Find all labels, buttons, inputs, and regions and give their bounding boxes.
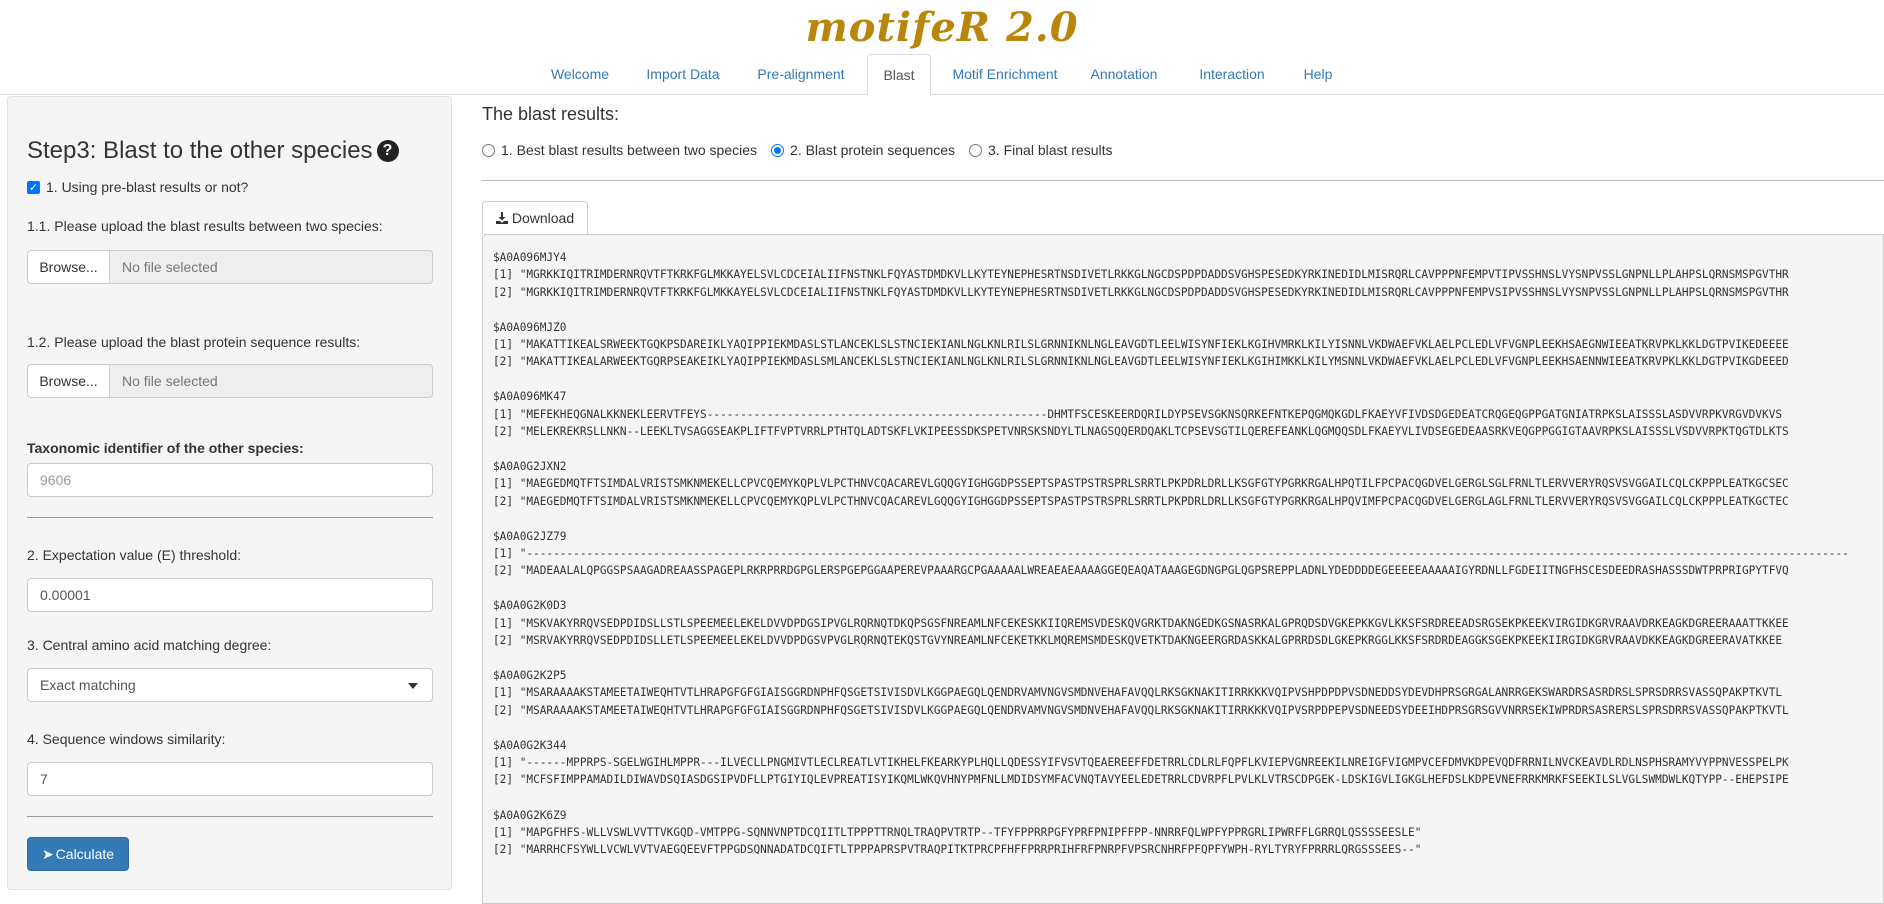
result-id: $A0A0G2K344 — [493, 738, 567, 752]
tab-interaction[interactable]: Interaction — [1192, 54, 1272, 95]
result-id: $A0A0G2K6Z9 — [493, 808, 567, 822]
central-label: 3. Central amino acid matching degree: — [27, 637, 272, 653]
upload1-filename: No file selected — [110, 250, 433, 284]
central-select[interactable]: Exact matching — [27, 668, 433, 702]
result-block: $A0A096MJY4 [1] "MGRKKIQITRIMDERNRQVTFTKR… — [493, 249, 1883, 301]
result-seq: [2] "MGRKKIQITRIMDERNRQVTFTKRKFGLMKKAYEL… — [493, 285, 1789, 299]
tab-help[interactable]: Help — [1295, 54, 1341, 95]
result-id: $A0A0G2JXN2 — [493, 460, 567, 474]
taxid-input[interactable]: 9606 — [27, 463, 433, 497]
result-seq: [2] "MARRHCFSYWLLVCWLVVTVAEGQEEVFTPPGDSQ… — [493, 843, 1422, 857]
radio-option-final-results[interactable]: 3. Final blast results — [969, 142, 1113, 158]
chevron-down-icon — [408, 683, 418, 689]
tab-blast[interactable]: Blast — [867, 54, 931, 96]
evalue-label: 2. Expectation value (E) threshold: — [27, 547, 242, 563]
download-icon — [495, 212, 508, 224]
sidebar-title: Step3: Blast to the other species? — [27, 137, 399, 165]
upload1-label: 1.1. Please upload the blast results bet… — [27, 218, 383, 234]
tab-import-data[interactable]: Import Data — [634, 54, 732, 95]
result-id: $A0A096MK47 — [493, 390, 567, 404]
sidebar-title-text: Step3: Blast to the other species — [27, 137, 373, 164]
result-block: $A0A0G2K344 [1] "------MPPRPS-SGELWGIHLMP… — [493, 737, 1883, 789]
result-block: $A0A0G2JZ79 [1] "------------------------… — [493, 528, 1883, 580]
sidebar-panel: Step3: Blast to the other species? ✓ 1. … — [7, 96, 452, 890]
radio-button[interactable] — [771, 143, 785, 157]
result-block: $A0A096MJZ0 [1] "MAKATTIKEALSRWEEKTGQKPSD… — [493, 319, 1883, 371]
result-block: $A0A0G2K0D3 [1] "MSKVAKYRRQVSEDPDIDSLLSTL… — [493, 597, 1883, 649]
result-id: $A0A0G2K0D3 — [493, 599, 567, 613]
result-seq: [1] "MSARAAAAKSTAMEETAIWEQHTVTLHRAPGFGFG… — [493, 686, 1783, 700]
tab-motif-enrichment[interactable]: Motif Enrichment — [943, 54, 1067, 95]
upload2-filename: No file selected — [110, 364, 433, 398]
calculate-label: Calculate — [55, 846, 115, 862]
window-label: 4. Sequence windows similarity: — [27, 731, 226, 747]
radio-button[interactable] — [969, 143, 983, 157]
result-type-radio-group: 1. Best blast results between two specie… — [482, 142, 1127, 158]
radio-label: 3. Final blast results — [988, 142, 1113, 158]
window-input[interactable]: 7 — [27, 762, 433, 796]
pre-blast-checkbox[interactable]: ✓ — [27, 180, 40, 194]
pre-blast-label: 1. Using pre-blast results or not? — [46, 179, 249, 195]
central-select-value: Exact matching — [40, 677, 136, 693]
upload2-browse-button[interactable]: Browse... — [27, 364, 110, 398]
tab-annotation[interactable]: Annotation — [1085, 54, 1163, 95]
tab-welcome[interactable]: Welcome — [540, 54, 620, 95]
divider — [27, 517, 433, 518]
upload2-file-input[interactable]: Browse... No file selected — [27, 364, 433, 398]
nav-tabs: Welcome Import Data Pre-alignment Blast … — [0, 54, 1884, 96]
result-seq: [1] "MGRKKIQITRIMDERNRQVTFTKRKFGLMKKAYEL… — [493, 268, 1789, 282]
result-seq: [1] "MSKVAKYRRQVSEDPDIDSLLSTLSPEEMEELEKE… — [493, 616, 1789, 630]
tab-pre-alignment[interactable]: Pre-alignment — [746, 54, 856, 95]
result-id: $A0A0G2K2P5 — [493, 669, 567, 683]
result-block: $A0A0G2K6Z9 [1] "MAPGFHFS-WLLVSWLVVTTVKGQ… — [493, 807, 1883, 859]
result-seq: [1] "MAEGEDMQTFTSIMDALVRISTSMKNMEKELLCPV… — [493, 477, 1789, 491]
download-button[interactable]: Download — [482, 201, 588, 234]
question-circle-icon[interactable]: ? — [376, 140, 399, 162]
result-seq: [1] "MEFEKHEQGNALKKNEKLEERVTFEYS--------… — [493, 407, 1783, 421]
result-block: $A0A096MK47 [1] "MEFEKHEQGNALKKNEKLEERVTF… — [493, 388, 1883, 440]
result-id: $A0A096MJZ0 — [493, 320, 567, 334]
results-title: The blast results: — [482, 104, 620, 124]
paper-plane-icon: ➤ — [41, 846, 54, 862]
result-seq: [2] "MSARAAAAKSTAMEETAIWEQHTVTLHRAPGFGFG… — [493, 703, 1789, 717]
result-seq: [2] "MELEKREKRSLLNKN--LEEKLTVSAGGSEAKPLI… — [493, 424, 1789, 438]
divider — [482, 180, 1884, 181]
result-seq: [2] "MADEAALALQPGGSPSAAGADREAASSPAGEPLRK… — [493, 564, 1789, 578]
result-seq: [2] "MAEGEDMQTFTSIMDALVRISTSMKNMEKELLCPV… — [493, 494, 1789, 508]
radio-option-best-blast[interactable]: 1. Best blast results between two specie… — [482, 142, 757, 158]
radio-option-protein-sequences[interactable]: 2. Blast protein sequences — [771, 142, 955, 158]
blast-results-output: $A0A096MJY4 [1] "MGRKKIQITRIMDERNRQVTFTKR… — [482, 234, 1884, 904]
result-seq: [1] "MAKATTIKEALSRWEEKTGQKPSDAREIKLYAQIP… — [493, 337, 1789, 351]
radio-label: 1. Best blast results between two specie… — [501, 142, 758, 158]
divider — [27, 816, 433, 817]
result-seq: [2] "MAKATTIKEALARWEEKTGQRPSEAKEIKLYAQIP… — [493, 355, 1789, 369]
result-seq: [1] "MAPGFHFS-WLLVSWLVVTTVKGQD-VMTPPG-SQ… — [493, 825, 1422, 839]
upload2-label: 1.2. Please upload the blast protein seq… — [27, 334, 361, 350]
upload1-file-input[interactable]: Browse... No file selected — [27, 250, 433, 284]
app-logo: motifeR 2.0 — [805, 4, 1079, 51]
upload1-browse-button[interactable]: Browse... — [27, 250, 110, 284]
calculate-button[interactable]: ➤ Calculate — [27, 837, 129, 871]
radio-button[interactable] — [482, 143, 495, 157]
taxid-label: Taxonomic identifier of the other specie… — [27, 440, 304, 456]
result-seq: [2] "MSRVAKYRRQVSEDPDIDSLLETLSPEEMEELEKE… — [493, 634, 1783, 648]
download-label: Download — [511, 210, 575, 226]
result-id: $A0A096MJY4 — [493, 251, 567, 264]
result-id: $A0A0G2JZ79 — [493, 529, 567, 543]
result-block: $A0A0G2K2P5 [1] "MSARAAAAKSTAMEETAIWEQHTV… — [493, 667, 1883, 719]
result-seq: [2] "MCFSFIMPPAMADILDIWAVDSQIASDGSIPVDFL… — [493, 773, 1789, 787]
result-seq: [1] "-----------------------------------… — [493, 547, 1849, 561]
evalue-input[interactable]: 0.00001 — [27, 578, 433, 612]
radio-label: 2. Blast protein sequences — [790, 142, 956, 158]
result-seq: [1] "------MPPRPS-SGELWGIHLMPPR---ILVECL… — [493, 756, 1789, 770]
result-block: $A0A0G2JXN2 [1] "MAEGEDMQTFTSIMDALVRISTSM… — [493, 458, 1883, 510]
